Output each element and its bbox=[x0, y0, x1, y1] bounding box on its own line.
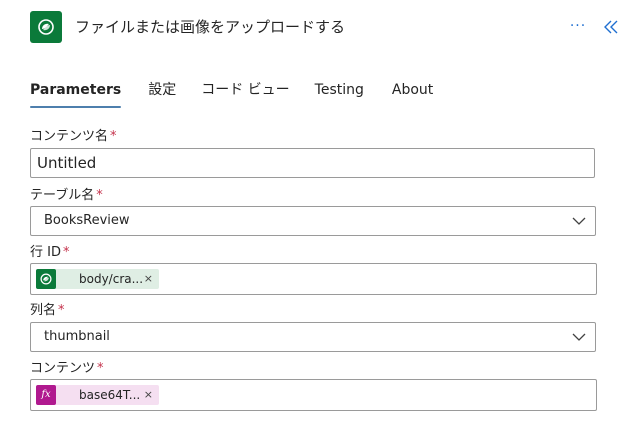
tab-settings[interactable]: 設定 bbox=[148, 78, 176, 108]
tab-parameters[interactable]: Parameters bbox=[30, 78, 122, 108]
tab-about[interactable]: About bbox=[392, 78, 433, 108]
fx-glyph: fx bbox=[41, 389, 51, 400]
table-name-dropdown[interactable]: BooksReview bbox=[30, 206, 596, 236]
expression-token[interactable]: fx base64T... × bbox=[36, 385, 159, 405]
tab-testing[interactable]: Testing bbox=[315, 78, 364, 108]
column-name-dropdown[interactable]: thumbnail bbox=[30, 322, 596, 352]
required-marker: * bbox=[96, 188, 103, 203]
more-options-button[interactable]: ··· bbox=[566, 14, 590, 38]
content-name-label: コンテンツ名 * bbox=[30, 129, 117, 145]
content-label-text: コンテンツ bbox=[30, 361, 96, 376]
dynamic-content-token[interactable]: body/cra... × bbox=[36, 269, 159, 289]
double-chevron-left-icon[interactable] bbox=[600, 16, 622, 38]
required-marker: * bbox=[62, 245, 70, 260]
content-name-label-text: コンテンツ名 bbox=[30, 129, 109, 144]
row-id-input[interactable]: body/cra... × bbox=[30, 263, 597, 295]
action-header: ファイルまたは画像をアップロードする ··· bbox=[0, 0, 629, 56]
action-title: ファイルまたは画像をアップロードする bbox=[75, 18, 346, 36]
token-label: body/cra... bbox=[79, 272, 144, 286]
dataverse-icon bbox=[36, 269, 56, 289]
token-label: base64T... bbox=[79, 388, 141, 402]
table-name-value: BooksReview bbox=[44, 213, 130, 228]
column-name-label: 列名 * bbox=[30, 303, 65, 319]
content-label: コンテンツ * bbox=[30, 361, 104, 377]
table-name-label: テーブル名 * bbox=[30, 188, 103, 204]
chevron-down-icon bbox=[572, 217, 586, 225]
chevron-down-icon bbox=[572, 333, 586, 341]
remove-token-button[interactable]: × bbox=[144, 269, 153, 289]
row-id-label-text: 行 ID bbox=[30, 245, 61, 260]
fx-icon: fx bbox=[36, 385, 56, 405]
required-marker: * bbox=[110, 129, 117, 144]
dataverse-icon bbox=[30, 11, 62, 43]
column-name-value: thumbnail bbox=[44, 329, 110, 344]
tab-code-view[interactable]: コード ビュー bbox=[201, 78, 289, 108]
content-input[interactable]: fx base64T... × bbox=[30, 379, 597, 411]
row-id-label: 行 ID * bbox=[30, 245, 69, 261]
required-marker: * bbox=[58, 303, 65, 318]
content-name-input[interactable]: Untitled bbox=[30, 148, 595, 178]
tab-bar: Parameters 設定 コード ビュー Testing About bbox=[30, 78, 461, 110]
remove-token-button[interactable]: × bbox=[144, 385, 153, 405]
required-marker: * bbox=[97, 361, 104, 376]
table-name-label-text: テーブル名 bbox=[30, 188, 95, 203]
column-name-label-text: 列名 bbox=[30, 303, 57, 318]
